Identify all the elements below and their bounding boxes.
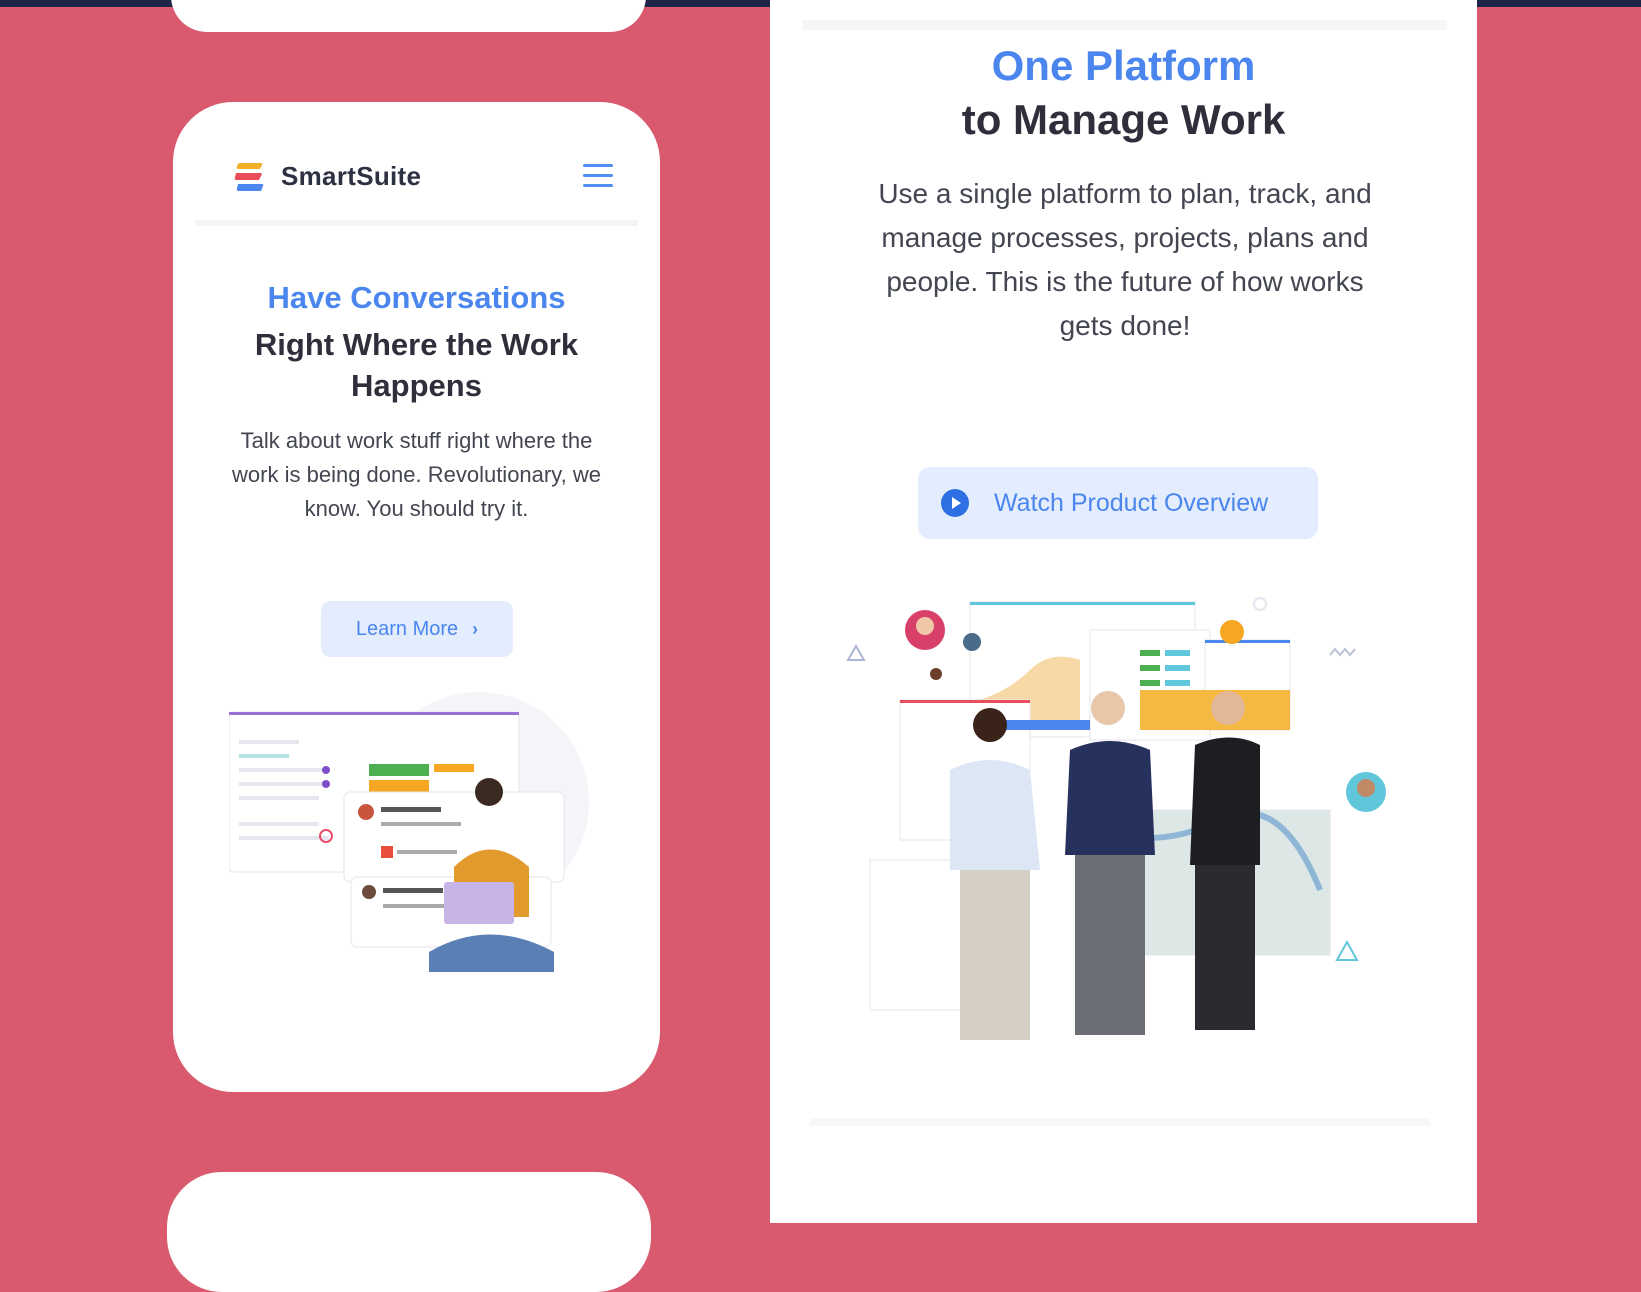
smartsuite-logo-icon xyxy=(234,162,264,191)
hamburger-icon[interactable] xyxy=(583,164,613,188)
learn-more-button[interactable]: Learn More › xyxy=(321,601,513,657)
previous-phone-card xyxy=(171,0,646,32)
next-phone-card xyxy=(167,1172,651,1292)
brand-name: SmartSuite xyxy=(281,161,422,191)
phone-card: SmartSuite Have Conversations Right Wher… xyxy=(173,102,660,1092)
phone-description: Talk about work stuff right where the wo… xyxy=(232,428,601,521)
product-panel: One Platform to Manage Work Use a single… xyxy=(770,0,1477,1223)
phone-title: Right Where the Work Happens xyxy=(254,327,579,403)
learn-more-label: Learn More xyxy=(355,617,459,640)
panel-title-highlight: One Platform xyxy=(991,42,1256,89)
panel-title: to Manage Work xyxy=(961,96,1286,143)
conversation-illustration xyxy=(229,692,589,972)
play-circle-icon xyxy=(941,489,969,517)
phone-title-highlight: Have Conversations xyxy=(267,280,566,315)
chevron-right-icon: › xyxy=(472,618,479,639)
team-dashboard-illustration xyxy=(846,597,1386,1040)
panel-description: Use a single platform to plan, track, an… xyxy=(878,178,1372,341)
next-section-title-partial xyxy=(1015,1205,1235,1223)
header-divider xyxy=(195,220,638,226)
panel-bottom-divider xyxy=(810,1118,1430,1126)
mobile-header: SmartSuite xyxy=(233,154,613,199)
watch-product-overview-button[interactable]: Watch Product Overview xyxy=(918,467,1318,539)
panel-top-divider xyxy=(802,20,1447,30)
watch-product-overview-label: Watch Product Overview xyxy=(994,488,1269,517)
